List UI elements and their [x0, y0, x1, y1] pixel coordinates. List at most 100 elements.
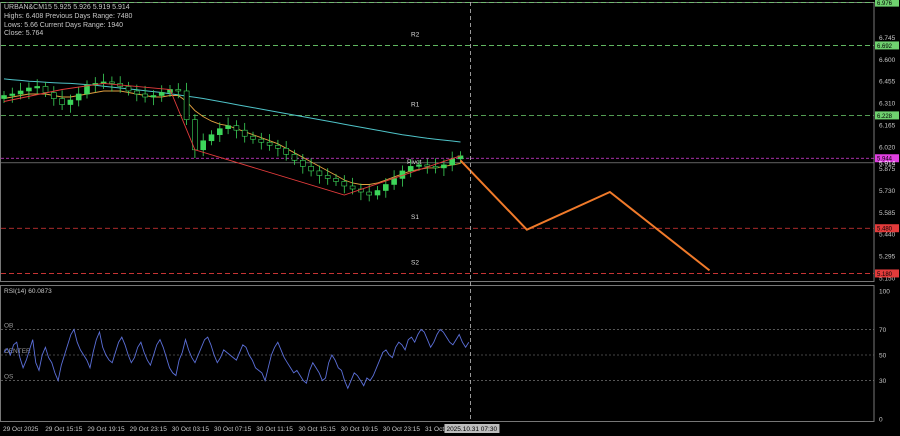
- candle: [84, 80, 90, 99]
- level-label-r2: R2: [411, 31, 420, 38]
- candle-body: [125, 86, 132, 92]
- candle-body: [200, 140, 206, 151]
- candle: [324, 168, 331, 185]
- candle: [17, 82, 24, 100]
- candle-body: [333, 178, 339, 182]
- level-price-tag: 5.180: [877, 272, 893, 278]
- rsi-level-label-os: OS: [4, 374, 14, 381]
- price-tick-label: 5.585: [879, 210, 896, 217]
- rsi-tick-label: 30: [879, 378, 887, 385]
- candle-body: [175, 89, 182, 92]
- time-tick-label: 30 Oct 15:15: [298, 426, 336, 433]
- candle-body: [291, 154, 298, 161]
- level-price-tag: 5.480: [877, 227, 893, 233]
- moving-average-fast: [3, 90, 461, 185]
- candle-body: [308, 166, 314, 172]
- candle: [158, 85, 165, 102]
- rsi-tick-label: 100: [879, 289, 890, 296]
- info-line-3: Close: 5.764: [4, 30, 44, 37]
- candle: [333, 173, 339, 186]
- candle-body: [50, 92, 57, 99]
- candle-body: [134, 90, 140, 95]
- candle-body: [26, 87, 32, 92]
- price-tick-label: 5.730: [879, 188, 896, 195]
- time-tick-label: 29 Oct 23:15: [130, 426, 168, 433]
- candle-body: [67, 99, 74, 105]
- candle: [75, 86, 82, 107]
- level-label-r1: R1: [411, 101, 420, 108]
- time-tick-label: 30 Oct 03:15: [172, 426, 210, 433]
- candle: [432, 158, 439, 174]
- candle-body: [241, 129, 248, 137]
- time-tick-label: 30 Oct 23:15: [383, 426, 421, 433]
- candle: [150, 90, 157, 106]
- level-price-tag: 6.692: [877, 44, 893, 50]
- candle-body: [208, 134, 215, 142]
- candle: [449, 151, 456, 172]
- candle-body: [449, 158, 456, 166]
- candle-body: [217, 128, 223, 136]
- candle-body: [382, 184, 389, 191]
- candle: [175, 83, 182, 99]
- candle-body: [59, 98, 65, 105]
- candle-body: [283, 147, 290, 155]
- candle-body: [349, 185, 356, 190]
- price-tick-label: 5.295: [879, 254, 896, 261]
- price-frame: [0, 2, 875, 282]
- candle: [233, 120, 240, 139]
- candle-body: [441, 164, 447, 169]
- candle: [341, 175, 348, 194]
- rsi-tick-label: 0: [879, 417, 883, 424]
- candle: [374, 185, 381, 200]
- candle-body: [34, 86, 41, 89]
- candle-body: [432, 166, 439, 169]
- rsi-tick-label: 70: [879, 327, 887, 334]
- level-price-tag: 6.228: [877, 114, 893, 120]
- price-tick-label: 6.310: [879, 101, 896, 108]
- candle: [299, 154, 306, 174]
- rsi-level-label-ob: OB: [4, 322, 13, 329]
- price-tick-label: 6.455: [879, 79, 896, 86]
- price-tick-label: 6.020: [879, 144, 896, 151]
- candle: [142, 85, 148, 103]
- candle: [59, 90, 65, 110]
- time-tick-label: 29 Oct 15:15: [45, 426, 83, 433]
- candle-body: [150, 95, 157, 98]
- bid-price-label: 5.914: [879, 160, 896, 167]
- forecast-line: [459, 159, 711, 272]
- candle-body: [299, 160, 306, 167]
- price-panel: 6.9766.7456.6006.4556.3106.1656.0205.875…: [0, 0, 899, 282]
- candle-body: [374, 190, 381, 196]
- time-tick-label: 31 Oct: [425, 426, 444, 433]
- price-tick-label: 6.165: [879, 122, 896, 129]
- candle-body: [324, 175, 331, 179]
- price-tick-label: 6.600: [879, 57, 896, 64]
- candle-body: [158, 92, 165, 96]
- candle: [208, 130, 215, 146]
- candle-body: [258, 138, 265, 143]
- symbol-line: URBAN&CM15 5.925 5.926 5.919 5.914: [4, 4, 130, 11]
- time-axis: 29 Oct 2025 29 Oct 15:15 29 Oct 19:15 29 Oc…: [3, 2, 500, 433]
- chart-canvas: 6.9766.7456.6006.4556.3106.1656.0205.875…: [0, 0, 899, 433]
- candle-body: [266, 141, 273, 146]
- rsi-frame: [0, 285, 875, 422]
- candle-body: [1, 95, 7, 99]
- candle: [391, 170, 397, 190]
- candle-body: [341, 181, 348, 187]
- time-tick-label: 29 Oct 19:15: [87, 426, 125, 433]
- candle: [283, 141, 290, 161]
- candle: [258, 132, 265, 150]
- candle: [358, 183, 364, 201]
- candle-body: [142, 93, 148, 98]
- candle-body: [109, 81, 115, 84]
- candle-body: [407, 166, 414, 172]
- candle: [250, 131, 256, 144]
- candle-body: [316, 170, 323, 176]
- candle: [192, 114, 198, 158]
- time-tick-label: 30 Oct 11:15: [256, 426, 293, 433]
- candle-body: [183, 90, 190, 120]
- current-time-tag: 2025.10.31 07:30: [446, 426, 497, 433]
- level-label-s2: S2: [411, 259, 419, 266]
- candle: [225, 117, 231, 135]
- candle-body: [42, 86, 49, 93]
